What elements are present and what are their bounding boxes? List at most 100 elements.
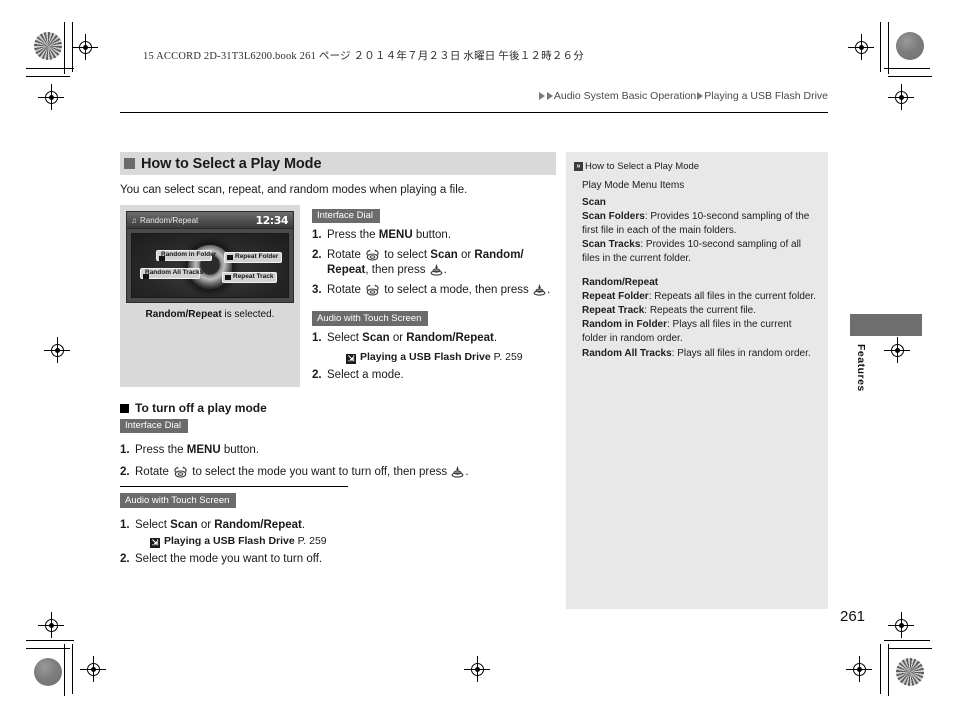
step-number: 2. [312,368,322,381]
cross-reference[interactable]: ⇲ Playing a USB Flash Drive P. 259 [312,351,556,364]
cross-reference-2[interactable]: ⇲ Playing a USB Flash Drive P. 259 [120,535,556,549]
screen-option-repeat-folder: Repeat Folder [224,252,283,263]
option-label: Repeat Folder [235,253,279,260]
step-bold-random-repeat: Random/Repeat [214,518,302,531]
crop-mark-tr2-v [880,22,881,72]
crop-mark-tl2-v [72,22,73,72]
random-in-folder-label: Random in Folder [582,319,667,331]
step-bold-random-repeat: Random/Repeat [406,331,494,344]
interface-dial-steps: 1. Press the MENU button. 2. Rotate to s… [312,228,556,299]
step-bold-menu: MENU [378,229,413,241]
sidebar-scan-folders: Scan Folders: Provides 10-second samplin… [582,210,818,238]
reference-arrow-icon: ⇲ [150,538,160,549]
crop-mark-br-h [884,640,930,641]
breadcrumb-level-1: Audio System Basic Operation [553,90,697,102]
registration-mark-inner-top-right [888,84,914,110]
sidebar-marker-icon: » [574,161,583,171]
subsection-title: To turn off a play mode [135,401,267,416]
sidebar-rr-title: Random/Repeat [582,276,818,290]
step-text-b: to select a mode, then press [381,284,532,297]
step-number: 1. [120,444,130,457]
registration-mark-bottom-right [888,612,914,638]
screen-option-repeat-track: Repeat Track [222,272,278,283]
press-dial-icon [430,264,443,276]
step-text-post: . [493,331,498,344]
step-text-pre: Select [327,331,363,344]
sidebar-notes-panel: » How to Select a Play Mode Play Mode Me… [566,152,828,609]
step-text-mid: or [197,518,215,531]
step-item: 1. Press the MENU button. [312,228,556,243]
caption-rest: is selected. [221,309,275,320]
option-label: Repeat Track [233,273,274,280]
step-number: 3. [312,284,322,297]
crop-mark-tr-v [888,22,889,74]
option-marker-icon [227,254,233,260]
print-control-dot-top-right [896,32,924,60]
intro-text: You can select scan, repeat, and random … [120,184,468,196]
screen-body: Random in Folder Random All Tracks Repea… [131,233,289,298]
step-number: 2. [312,248,322,261]
rotate-dial-icon [366,249,379,261]
crop-mark-bl-h [26,640,74,641]
step-text-a: Rotate [135,465,173,478]
step-item: 1. Select Scan or Random/Repeat. [312,331,556,346]
rotate-dial-icon [366,284,379,296]
step-text-a: Rotate [327,284,365,297]
press-dial-icon [451,466,464,478]
step-text-h: . [443,264,447,277]
screen-option-random-in-folder: Random in Folder [156,250,216,261]
sidebar-scan-title: Scan [582,196,818,210]
caption-bold: Random/Repeat [145,309,222,320]
section-heading: How to Select a Play Mode [120,152,556,175]
reference-page: P. 259 [490,350,523,363]
turn-off-dial-steps: 1. Press the MENU button. 2. Rotate to s… [120,443,556,480]
step-bold-scan: Scan [170,518,198,531]
touch-screen-steps-cont: 2. Select a mode. [312,368,556,383]
scan-tracks-label: Scan Tracks [582,239,641,251]
step-item: 2. Select the mode you want to turn off. [120,552,556,568]
screen-title-text: Random/Repeat [140,215,199,225]
option-label: Random in Folder [161,251,217,258]
rotate-dial-icon [174,466,187,478]
crop-mark-tr2-h [888,76,932,77]
random-all-tracks-label: Random All Tracks [582,347,672,359]
step-number: 1. [120,518,130,531]
step-text-pre: Select [135,518,171,531]
print-file-info: 15 ACCORD 2D-31T3L6200.book 261 ページ ２０１４… [143,51,584,62]
option-marker-icon [159,256,165,261]
print-control-dot-top-left [34,32,62,60]
crop-mark-tl-h [26,68,74,69]
step-text-post: . [301,518,306,531]
reference-arrow-icon: ⇲ [346,353,356,364]
crop-mark-br2-v [880,644,881,694]
interface-dial-tag-2: Interface Dial [120,418,188,434]
screen-option-random-all-tracks: Random All Tracks [140,268,204,279]
sidebar-repeat-folder: Repeat Folder: Repeats all files in the … [582,290,818,304]
random-repeat-label: Random/Repeat [582,276,659,288]
option-label: Random All Tracks [145,269,204,276]
press-dial-icon [533,284,546,296]
registration-mark-bottom-center [464,656,490,682]
audio-touch-screen-tag-2: Audio with Touch Screen [120,493,237,508]
features-tab-label: Features [855,344,867,392]
illustration-panel: ♫ Random/Repeat 12:34 Random in Folder R… [120,205,300,388]
crop-mark-bl2-v [72,644,73,694]
step-text-b: to select the mode you want to turn off,… [189,465,451,478]
sidebar-heading: » How to Select a Play Mode [574,160,818,173]
breadcrumb-level-2: Playing a USB Flash Drive [704,90,828,102]
step-text-b: to select [381,248,431,261]
step-text-post: button. [412,229,452,241]
touch-screen-steps: 1. Select Scan or Random/Repeat. [312,331,556,346]
breadcrumb-arrow-icon [697,92,704,100]
turn-off-touch-steps: 1. Select Scan or Random/Repeat. [120,518,556,534]
scan-label: Scan [582,196,606,208]
steps-column: Interface Dial 1. Press the MENU button.… [312,205,556,387]
repeat-track-label: Repeat Track [582,304,645,316]
step-text: Select a mode. [327,368,404,381]
registration-mark-inner-top-left [38,84,64,110]
main-content-column: How to Select a Play Mode You can select… [120,152,556,574]
step-item: 3. Rotate to select a mode, then press . [312,283,556,298]
step-item: 1. Select Scan or Random/Repeat. [120,518,556,534]
crop-mark-tl-v [64,22,65,74]
